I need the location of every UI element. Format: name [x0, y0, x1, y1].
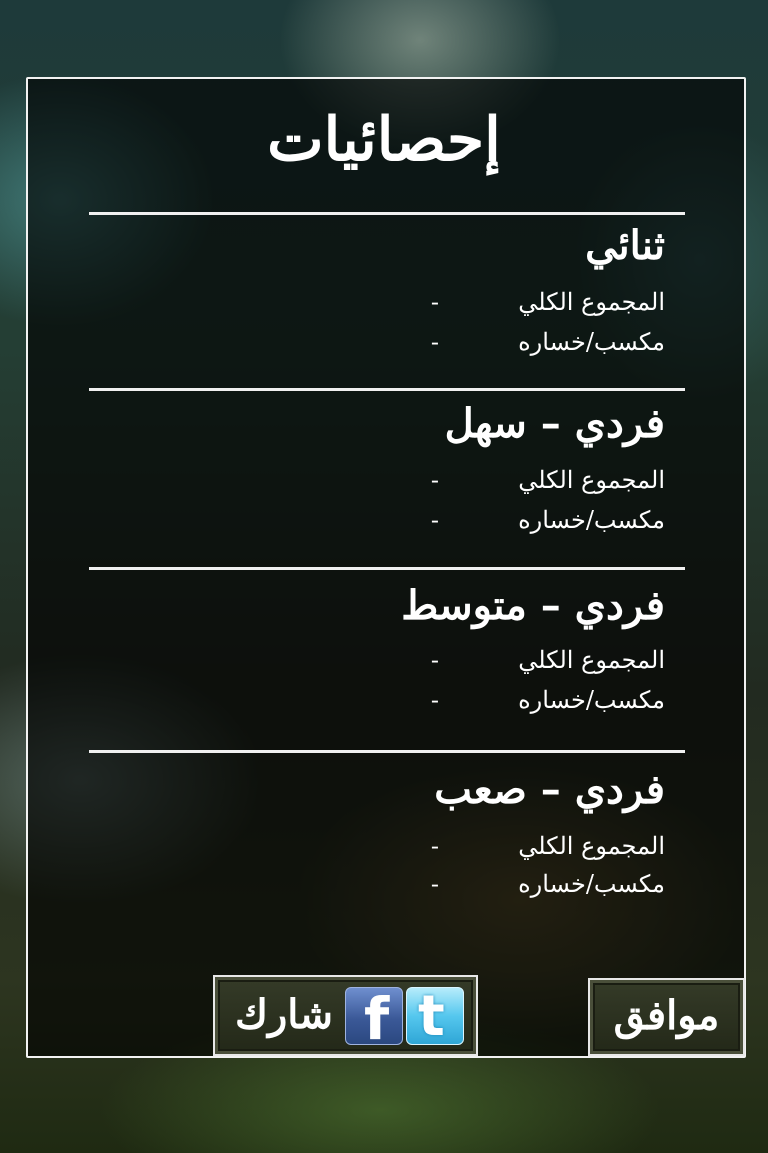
stat-label: مكسب/خساره: [518, 506, 665, 534]
stat-value: -: [430, 466, 439, 494]
facebook-glyph: f: [364, 987, 390, 1045]
section-title: فردي – متوسط: [401, 582, 665, 629]
stat-value: -: [430, 646, 439, 674]
stats-section-two-player: ثنائي المجموع الكلي - مكسب/خساره -: [89, 222, 685, 382]
stat-row-win-loss: مكسب/خساره -: [105, 328, 665, 362]
stat-label: مكسب/خساره: [518, 870, 665, 898]
stat-label: مكسب/خساره: [518, 328, 665, 356]
stat-row-win-loss: مكسب/خساره -: [105, 686, 665, 720]
stat-row-win-loss: مكسب/خساره -: [105, 506, 665, 540]
section-divider: [89, 750, 685, 753]
share-button[interactable]: شارك f t: [213, 975, 478, 1056]
section-title: ثنائي: [585, 222, 665, 269]
stat-label: المجموع الكلي: [518, 646, 665, 674]
stat-row-win-loss: مكسب/خساره -: [105, 870, 665, 904]
stat-row-total: المجموع الكلي -: [105, 288, 665, 322]
section-title: فردي – صعب: [434, 766, 665, 813]
section-title: فردي – سهل: [444, 400, 665, 447]
dialog-title: إحصائيات: [267, 105, 501, 175]
stat-value: -: [430, 870, 439, 898]
stats-section-single-hard: فردي – صعب المجموع الكلي - مكسب/خساره -: [89, 766, 685, 926]
stat-label: مكسب/خساره: [518, 686, 665, 714]
facebook-icon[interactable]: f: [345, 987, 403, 1045]
ok-button[interactable]: موافق: [588, 978, 745, 1056]
section-divider: [89, 388, 685, 391]
stat-value: -: [430, 288, 439, 316]
stat-label: المجموع الكلي: [518, 832, 665, 860]
stat-row-total: المجموع الكلي -: [105, 646, 665, 680]
stat-label: المجموع الكلي: [518, 288, 665, 316]
twitter-icon[interactable]: t: [406, 987, 464, 1045]
twitter-glyph: t: [418, 987, 445, 1045]
stat-value: -: [430, 686, 439, 714]
stat-value: -: [430, 328, 439, 356]
stats-section-single-easy: فردي – سهل المجموع الكلي - مكسب/خساره -: [89, 400, 685, 560]
stats-section-single-medium: فردي – متوسط المجموع الكلي - مكسب/خساره …: [89, 582, 685, 742]
share-button-label: شارك: [235, 991, 333, 1038]
stat-value: -: [430, 506, 439, 534]
ok-button-label: موافق: [613, 992, 720, 1039]
stat-label: المجموع الكلي: [518, 466, 665, 494]
stat-row-total: المجموع الكلي -: [105, 466, 665, 500]
section-divider: [89, 567, 685, 570]
stat-row-total: المجموع الكلي -: [105, 832, 665, 866]
section-divider: [89, 212, 685, 215]
stat-value: -: [430, 832, 439, 860]
